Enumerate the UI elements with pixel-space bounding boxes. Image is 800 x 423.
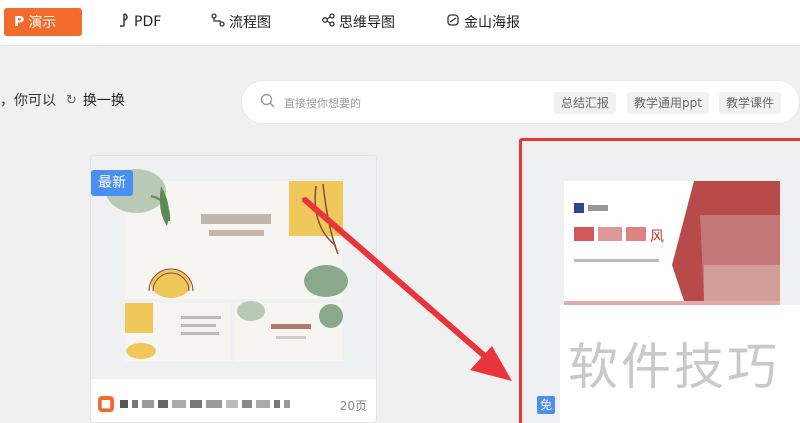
template-card[interactable]: 最新 ■ 20页: [90, 155, 377, 423]
tab-flowchart[interactable]: 流程图: [211, 8, 271, 36]
tab-presentation[interactable]: 𝗣 演示: [4, 8, 82, 36]
tab-poster[interactable]: 金山海报: [446, 8, 520, 36]
hint-text: ，你可以: [0, 93, 56, 109]
tab-label: 思维导图: [339, 15, 395, 31]
tab-label: 金山海报: [464, 15, 520, 31]
mindmap-icon: [321, 13, 335, 31]
new-badge: 最新: [91, 170, 133, 196]
refresh-label: 换一换: [82, 93, 125, 109]
pdf-icon: [118, 13, 130, 31]
author-avatar-icon: ■: [98, 396, 114, 412]
tab-label: 演示: [28, 15, 57, 31]
refresh-button[interactable]: ↻ 换一换: [66, 90, 125, 110]
slide-preview: [106, 169, 348, 361]
search-icon: [260, 93, 275, 112]
tab-label: 流程图: [229, 15, 271, 31]
presentation-icon: 𝗣: [14, 14, 25, 30]
template-meta: ■ 20页: [98, 394, 373, 414]
blurred-title: [120, 400, 290, 408]
search-placeholder: 直接搜你想要的: [284, 97, 361, 110]
tab-mindmap[interactable]: 思维导图: [321, 8, 395, 36]
tab-pdf[interactable]: PDF: [118, 8, 161, 36]
highlight-frame: [519, 138, 800, 423]
top-toolbar: 𝗣 演示 PDF 流程图 思维导图 金山海报: [0, 0, 800, 46]
search-chip[interactable]: 教学通用ppt: [627, 92, 709, 114]
search-chip[interactable]: 总结汇报: [554, 92, 617, 114]
template-thumbnail: [91, 156, 376, 379]
poster-icon: [446, 13, 460, 31]
search-chip[interactable]: 教学课件: [719, 92, 782, 114]
flowchart-icon: [211, 13, 225, 31]
tab-label: PDF: [134, 14, 162, 30]
refresh-icon: ↻: [66, 92, 77, 108]
search-box[interactable]: 直接搜你想要的 总结汇报 教学通用ppt 教学课件: [241, 80, 800, 124]
page-count: 20页: [339, 399, 367, 413]
